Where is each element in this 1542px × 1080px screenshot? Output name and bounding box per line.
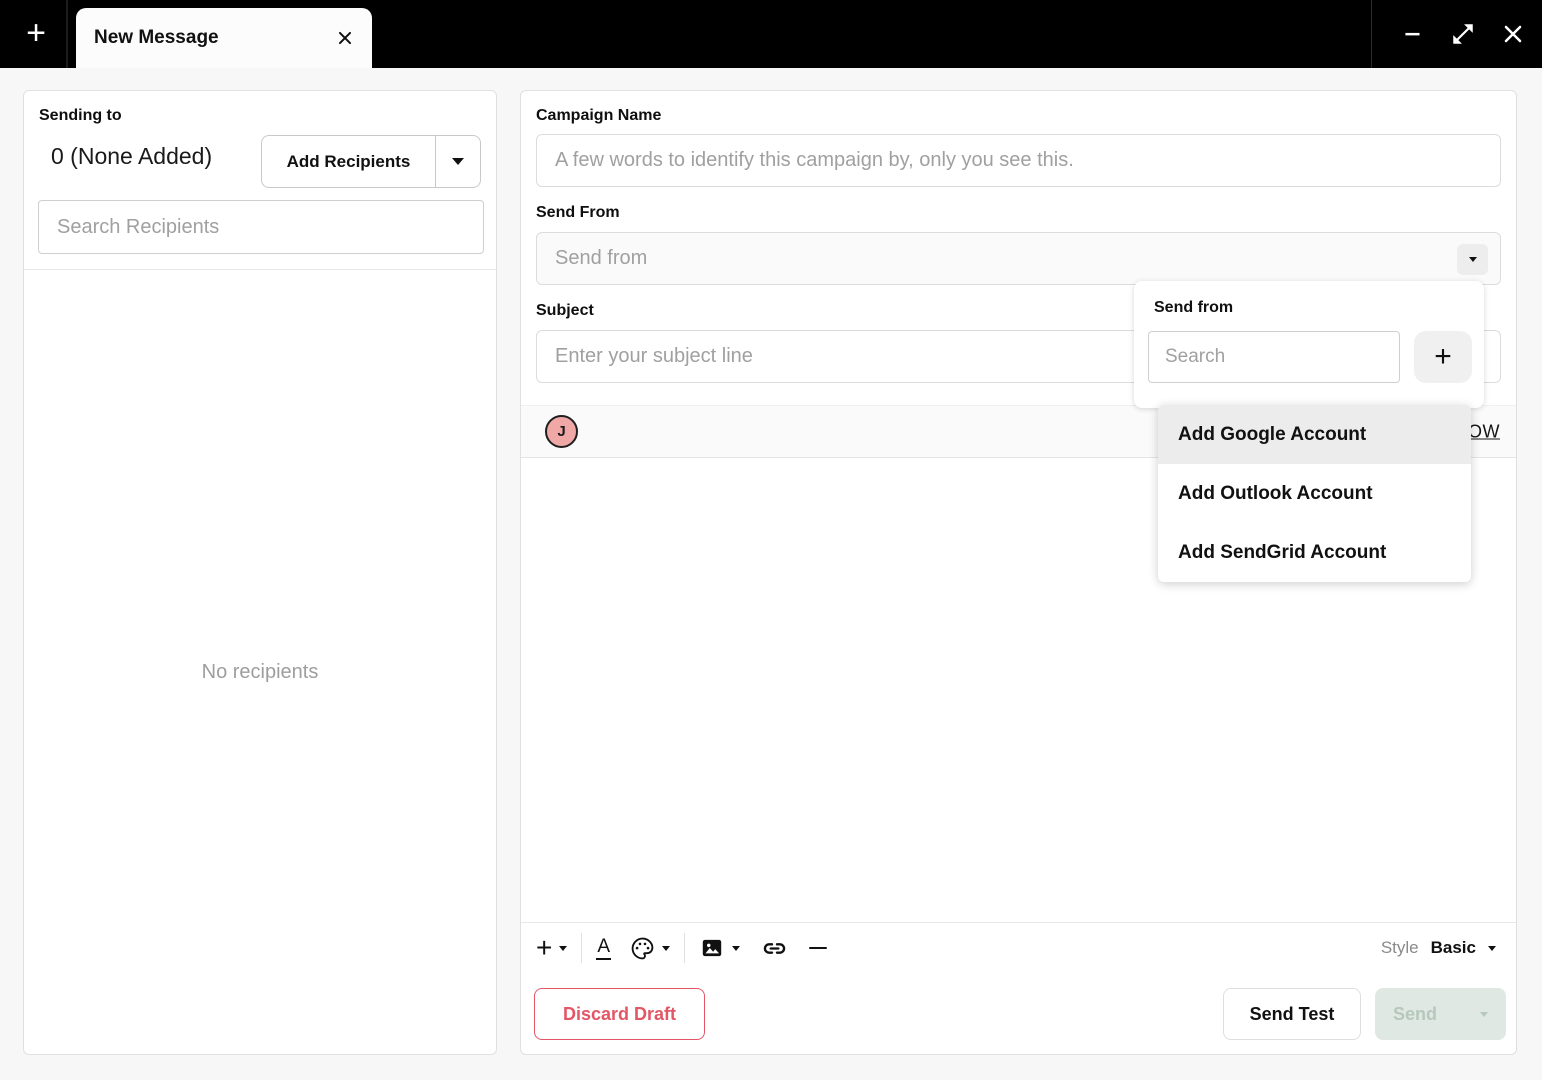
window-controls: [1400, 0, 1526, 68]
image-icon: [702, 939, 722, 957]
window-close-button[interactable]: [1500, 21, 1526, 47]
tab-new-message[interactable]: New Message: [76, 8, 372, 68]
add-recipients-split-button: Add Recipients: [261, 135, 481, 188]
chevron-down-icon: [1468, 257, 1477, 262]
chevron-down-icon: [732, 945, 741, 951]
style-value: Basic: [1430, 938, 1476, 957]
recipients-count: 0 (None Added): [51, 143, 213, 169]
link-icon: [763, 942, 786, 954]
send-from-popup-title: Send from: [1154, 299, 1234, 316]
add-account-button[interactable]: +: [1414, 331, 1472, 383]
toolbar-separator: [684, 933, 686, 963]
campaign-name-input[interactable]: [536, 134, 1501, 187]
window-controls-separator: [1371, 0, 1372, 68]
discard-draft-button[interactable]: Discard Draft: [534, 988, 705, 1040]
close-icon: [338, 31, 352, 45]
recipients-header-divider: [24, 269, 496, 270]
formatting-toolbar: + A: [536, 923, 828, 973]
minus-icon: [809, 946, 828, 950]
text-color-button[interactable]: A: [596, 936, 612, 960]
chevron-down-icon: [1488, 945, 1496, 951]
no-recipients-empty-state: No recipients: [201, 661, 319, 683]
menu-item-add-google-account[interactable]: Add Google Account: [1158, 405, 1471, 464]
send-button-label: Send: [1393, 1003, 1438, 1024]
add-recipients-dropdown-button[interactable]: [436, 136, 480, 187]
avatar: J: [545, 415, 578, 448]
plus-icon: +: [536, 932, 553, 963]
palette-icon: [631, 937, 654, 959]
recipients-panel: Sending to 0 (None Added) Add Recipients…: [23, 90, 497, 1055]
send-from-search-input[interactable]: [1148, 331, 1400, 383]
send-test-button[interactable]: Send Test: [1223, 988, 1361, 1040]
plus-icon: +: [1434, 340, 1452, 373]
subject-label: Subject: [536, 302, 594, 319]
insert-dropdown-button[interactable]: +: [536, 932, 568, 963]
partial-link[interactable]: OW: [1468, 421, 1500, 442]
window-title-bar: + New Message: [0, 0, 1542, 68]
tab-title: New Message: [94, 27, 219, 48]
menu-item-add-sendgrid-account[interactable]: Add SendGrid Account: [1158, 523, 1471, 582]
chevron-down-icon: [452, 158, 464, 165]
horizontal-rule-button[interactable]: [809, 946, 828, 950]
send-from-select[interactable]: Send from: [536, 232, 1501, 285]
campaign-name-label: Campaign Name: [536, 107, 662, 124]
send-from-placeholder: Send from: [555, 247, 648, 269]
style-selector[interactable]: Style Basic: [1381, 923, 1496, 973]
insert-image-dropdown-button[interactable]: [699, 935, 741, 961]
text-color-icon: A: [596, 936, 612, 960]
style-label: Style: [1380, 938, 1419, 957]
tab-separator: [66, 0, 68, 68]
send-button[interactable]: Send: [1375, 988, 1506, 1040]
close-icon: [1504, 25, 1522, 43]
expand-button[interactable]: [1450, 21, 1476, 47]
send-from-popup: Send from +: [1134, 281, 1484, 408]
menu-item-add-outlook-account[interactable]: Add Outlook Account: [1158, 464, 1471, 523]
add-recipients-button[interactable]: Add Recipients: [262, 136, 436, 187]
chevron-down-icon: [662, 945, 671, 951]
toolbar-separator: [581, 933, 583, 963]
plus-icon: +: [26, 14, 46, 52]
chevron-down-icon: [1480, 1011, 1488, 1017]
sending-to-label: Sending to: [39, 107, 122, 124]
tab-close-button[interactable]: [334, 27, 356, 49]
minimize-button[interactable]: [1400, 21, 1426, 47]
send-from-label: Send From: [536, 204, 620, 221]
chevron-down-icon: [559, 945, 568, 951]
insert-link-button[interactable]: [761, 935, 788, 962]
minimize-icon: [1405, 32, 1420, 36]
send-from-dropdown-button[interactable]: [1457, 244, 1488, 275]
expand-icon: [1453, 24, 1473, 44]
highlight-color-dropdown-button[interactable]: [630, 936, 671, 961]
add-account-menu: Add Google Account Add Outlook Account A…: [1158, 405, 1471, 582]
search-recipients-input[interactable]: [38, 200, 484, 254]
new-tab-button[interactable]: +: [18, 16, 54, 52]
